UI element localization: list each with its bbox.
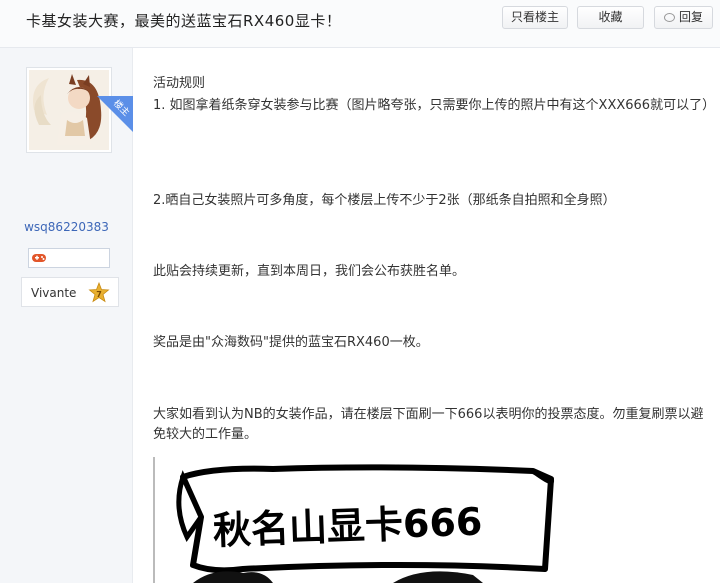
level-star-icon: 7 — [88, 282, 110, 303]
meme-illustration: 秋名山显卡666 — [153, 457, 563, 583]
update-note: 此贴会持续更新，直到本周日，我们会公布获胜名单。 — [153, 264, 466, 279]
rules-heading: 活动规则 — [153, 76, 206, 91]
thread-header: 卡基女装大赛，最美的送蓝宝石RX460显卡！ 只看楼主 收藏 回复 — [0, 0, 720, 48]
op-corner-badge: 楼主 — [97, 96, 133, 132]
member-level-card[interactable]: Vivante 7 — [21, 277, 119, 307]
reply-button[interactable]: 回复 — [654, 6, 713, 29]
thread-title: 卡基女装大赛，最美的送蓝宝石RX460显卡！ — [26, 12, 342, 30]
favorite-button[interactable]: 收藏 — [577, 6, 644, 29]
only-op-button[interactable]: 只看楼主 — [502, 6, 568, 29]
meme-caption: 秋名山显卡666 — [212, 500, 483, 553]
level-number: 7 — [96, 290, 102, 299]
reply-button-label: 回复 — [678, 10, 703, 24]
author-sidebar: 楼主 wsq86220383 Vivante 7 — [0, 48, 133, 583]
prize-note: 奖品是由"众海数码"提供的蓝宝石RX460一枚。 — [153, 335, 429, 350]
username-link[interactable]: wsq86220383 — [0, 220, 133, 234]
user-badge[interactable] — [28, 248, 110, 268]
gamepad-icon — [32, 254, 46, 262]
vote-note: 大家如看到认为NB的女装作品，请在楼层下面刷一下666以表明你的投票态度。勿重复… — [153, 407, 704, 442]
rule-2: 2.晒自己女装照片可多角度，每个楼层上传不少于2张（那纸条自拍照和全身照） — [153, 193, 616, 208]
rule-1: 1. 如图拿着纸条穿女装参与比赛（图片略夸张，只需要你上传的照片中有这个XXX6… — [153, 98, 716, 113]
speech-bubble-icon — [663, 13, 675, 22]
post-image[interactable]: 秋名山显卡666 — [153, 457, 563, 583]
member-title: Vivante — [31, 286, 77, 300]
